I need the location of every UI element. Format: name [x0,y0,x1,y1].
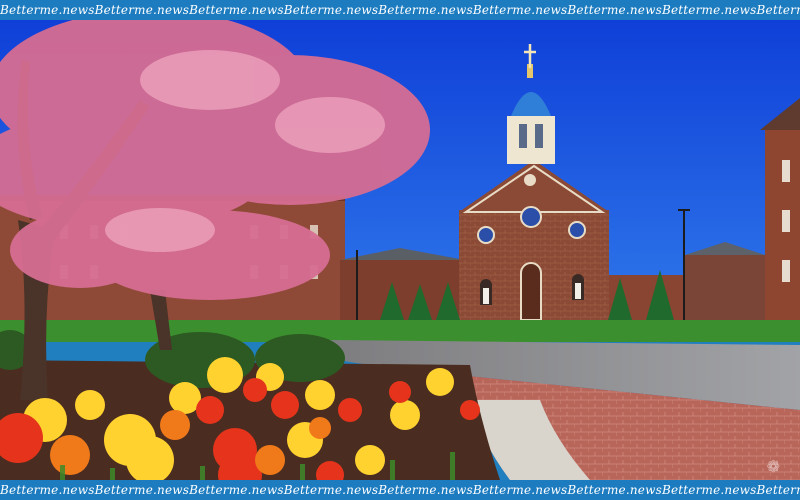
watermark-text: Betterme.news [378,3,473,17]
watermark-text: Betterme.news [94,3,190,17]
campus-photo [0,20,800,480]
watermark-text: Betterme.news [0,483,95,497]
corner-logo-watermark: ❁ [766,457,780,476]
watermark-text: Betterme.news [661,483,757,497]
watermark-text: Betterme.news [472,3,568,17]
watermark-text: Betterme.news [283,3,379,17]
watermark-band-bottom: Betterme.news Betterme.news Betterme.news B… [0,480,800,500]
lawn [0,320,800,342]
watermark-text: Betterme.news [756,3,800,17]
watermark-text: Betterme.news [661,3,757,17]
watermark-text: Betterme.news [0,3,95,17]
watermark-text: Betterme.news [756,483,800,497]
watermark-text: Betterme.news [567,3,662,17]
watermark-text: Betterme.news [189,483,284,497]
watermark-text: Betterme.news [94,483,190,497]
right-brick-building [760,98,800,330]
photo-frame: Betterme.news Betterme.news Betterme.news B… [0,0,800,500]
watermark-text: Betterme.news [283,483,379,497]
watermark-text: Betterme.news [378,483,473,497]
watermark-text: Betterme.news [189,3,284,17]
watermark-band-top: Betterme.news Betterme.news Betterme.news B… [0,0,800,20]
watermark-text: Betterme.news [472,483,568,497]
watermark-text: Betterme.news [567,483,662,497]
